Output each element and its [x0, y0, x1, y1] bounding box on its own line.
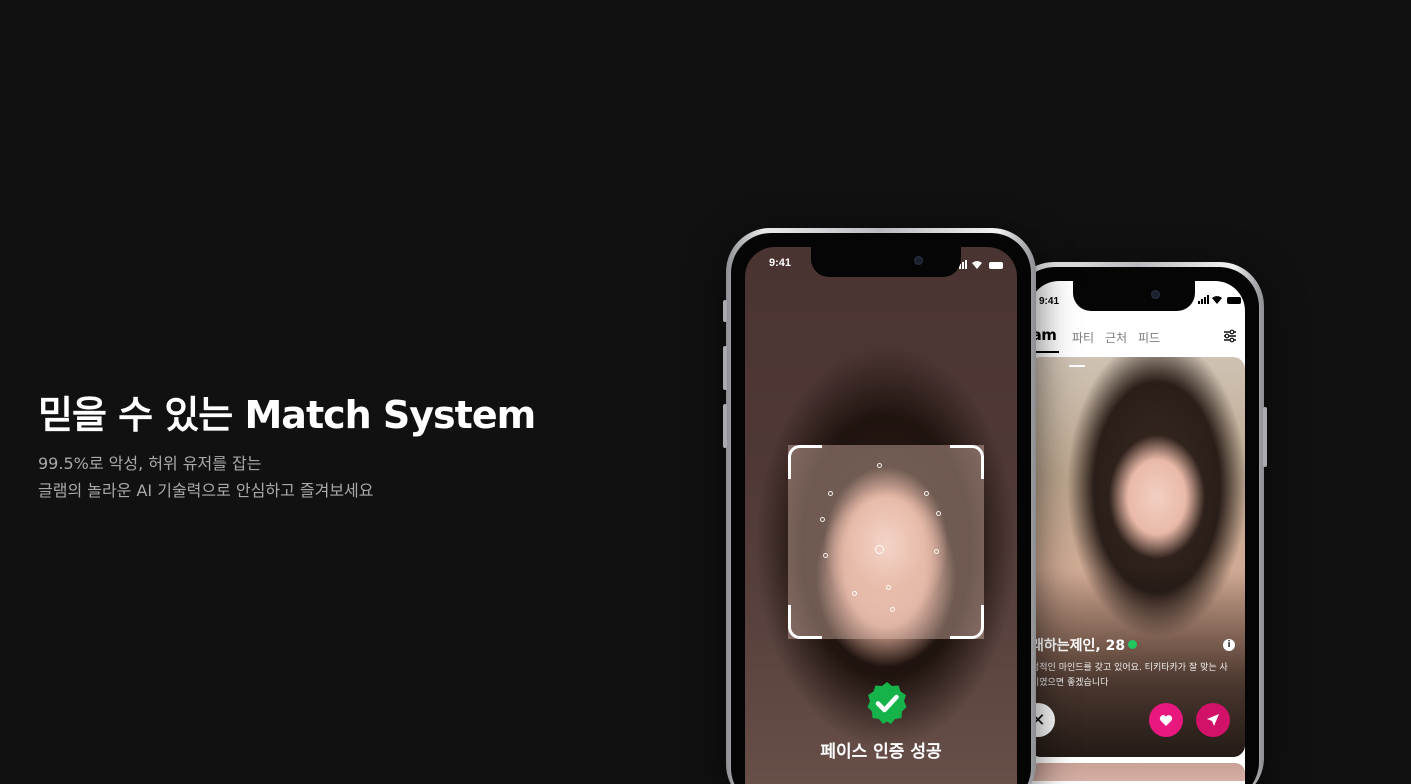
face-landmark-point — [877, 463, 882, 468]
face-landmark-point — [852, 591, 857, 596]
scan-corner-top-right — [950, 445, 984, 479]
phone-bezel: 9:41 페이스 인증 성공 — [731, 233, 1031, 784]
face-landmark-point — [828, 491, 833, 496]
profile-name-text: 래하는제인, 28 — [1031, 638, 1126, 654]
mute-switch — [723, 300, 727, 322]
face-landmark-point — [890, 607, 895, 612]
phone-notch — [811, 247, 961, 277]
face-landmark-point — [924, 491, 929, 496]
face-auth-success-text: 페이스 인증 성공 — [820, 742, 942, 762]
face-landmark-point — [934, 549, 939, 554]
scan-corner-bottom-left — [788, 605, 822, 639]
face-landmark-center — [875, 545, 884, 554]
matching-screen: 9:41 lam 파티 근처 피드 래하는제인, 28 i 정적인 마인드를 갖… — [1029, 281, 1245, 784]
send-icon — [1207, 714, 1219, 726]
heart-icon — [1159, 714, 1173, 726]
verified-icon — [1128, 640, 1138, 649]
volume-down-button — [723, 404, 727, 448]
face-landmark-point — [936, 511, 941, 516]
check-badge-icon — [867, 682, 907, 724]
scan-corner-top-left — [788, 445, 822, 479]
front-camera — [1151, 290, 1160, 299]
photo-progress-indicator — [1069, 365, 1085, 367]
phone-bezel: 9:41 lam 파티 근처 피드 래하는제인, 28 i 정적인 마인드를 갖… — [1015, 267, 1259, 784]
tab-nearby[interactable]: 근처 — [1105, 329, 1127, 346]
wifi-icon — [972, 261, 982, 269]
wifi-icon — [1212, 296, 1222, 304]
hero-title: 믿을 수 있는 Match System — [38, 393, 536, 437]
profile-bio-line-2: 이였으면 좋겠습니다 — [1031, 678, 1109, 688]
app-header: lam 파티 근처 피드 — [1029, 317, 1245, 353]
send-button[interactable] — [1196, 703, 1230, 737]
phone-mockup-face-auth: 9:41 페이스 인증 성공 — [723, 228, 1036, 784]
profile-card[interactable]: 래하는제인, 28 i 정적인 마인드를 갖고 있어요. 티키타카가 잘 맞는 … — [1029, 357, 1245, 757]
phone-mockup-matching: 9:41 lam 파티 근처 피드 래하는제인, 28 i 정적인 마인드를 갖… — [1010, 262, 1267, 784]
signal-icon — [1198, 295, 1209, 304]
phone-notch — [1073, 281, 1195, 311]
scan-corner-bottom-right — [950, 605, 984, 639]
tab-party[interactable]: 파티 — [1072, 329, 1094, 346]
hero-description-line-1: 99.5%로 악성, 허위 유저를 잡는 — [38, 454, 262, 473]
battery-icon — [1227, 297, 1241, 304]
filter-icon[interactable] — [1223, 329, 1237, 343]
face-landmark-point — [823, 553, 828, 558]
profile-name: 래하는제인, 28 — [1031, 635, 1138, 655]
tab-feed[interactable]: 피드 — [1138, 329, 1160, 346]
battery-icon — [989, 262, 1003, 269]
profile-bio: 정적인 마인드를 갖고 있어요. 티키타카가 잘 맞는 사 이였으면 좋겠습니다 — [1031, 661, 1231, 691]
hero-description: 99.5%로 악성, 허위 유저를 잡는 글램의 놀라운 AI 기술력으로 안심… — [38, 450, 374, 504]
volume-up-button — [723, 346, 727, 390]
face-landmark-point — [886, 585, 891, 590]
info-icon[interactable]: i — [1223, 639, 1235, 651]
face-scan-frame — [788, 445, 984, 639]
status-time: 9:41 — [1039, 296, 1060, 307]
face-landmark-point — [820, 517, 825, 522]
power-button — [1263, 407, 1267, 467]
front-camera — [914, 256, 923, 265]
profile-bio-line-1: 정적인 마인드를 갖고 있어요. 티키타카가 잘 맞는 사 — [1031, 663, 1228, 673]
like-button[interactable] — [1149, 703, 1183, 737]
face-auth-screen: 9:41 페이스 인증 성공 — [745, 247, 1017, 784]
status-time: 9:41 — [769, 257, 792, 269]
hero-description-line-2: 글램의 놀라운 AI 기술력으로 안심하고 즐겨보세요 — [38, 481, 374, 500]
